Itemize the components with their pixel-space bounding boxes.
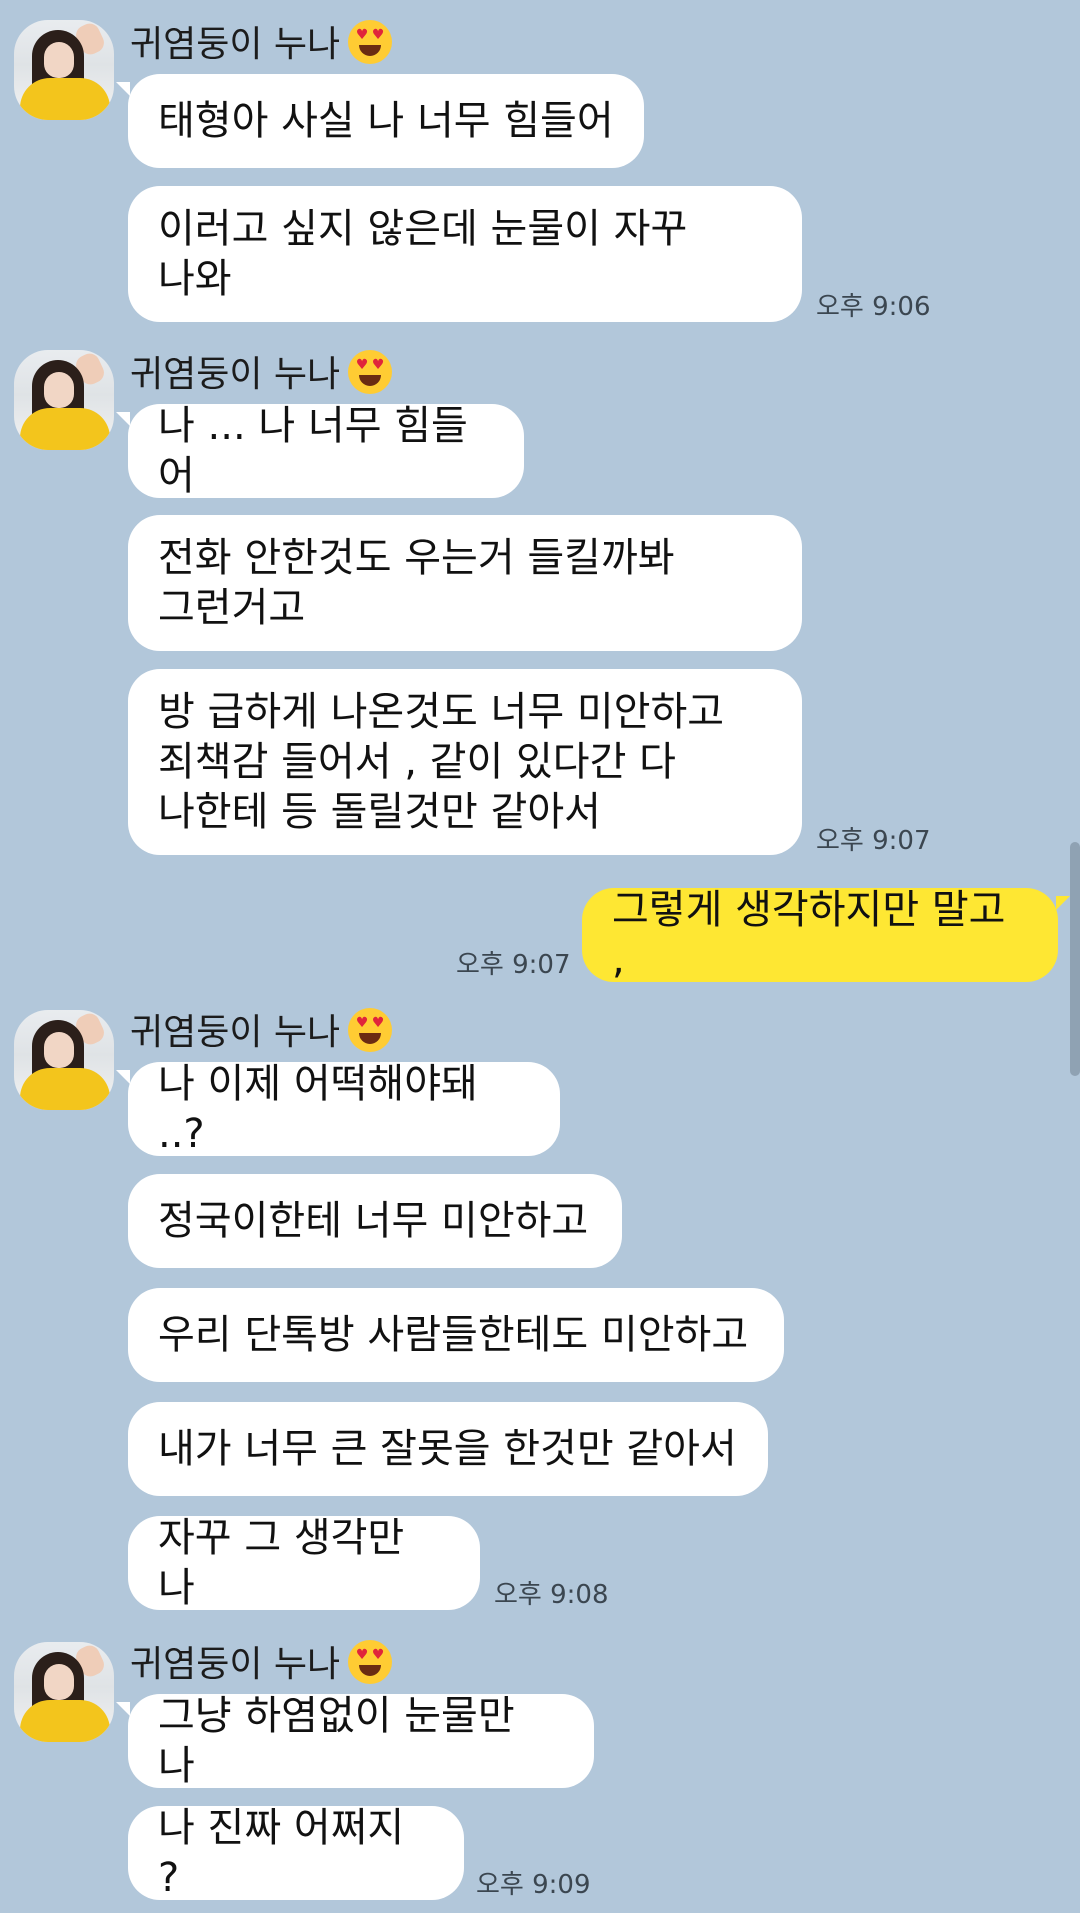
my-message-time: 오후 9:07 <box>456 950 571 980</box>
message-bubble[interactable]: 나 ... 나 너무 힘들어 <box>116 403 524 499</box>
sender-name-text: 귀염둥이 누나 <box>130 354 341 395</box>
sender-name-text: 귀염둥이 누나 <box>130 24 341 65</box>
message-bubble[interactable]: 내가 너무 큰 잘못을 한것만 같아서 <box>128 1402 768 1496</box>
sender-avatar[interactable] <box>14 20 114 120</box>
scrollbar[interactable] <box>1070 842 1080 1076</box>
heart-eyes-emoji-icon: ♥ ♥ <box>348 1640 393 1684</box>
message-bubble[interactable]: 이러고 싶지 않은데 눈물이 자꾸 나와 <box>128 186 802 322</box>
message-bubble[interactable]: 나 진짜 어쩌지 ? <box>128 1805 464 1901</box>
message-bubble[interactable]: 그냥 하염없이 눈물만 나 <box>116 1693 594 1789</box>
message-time: 오후 9:09 <box>476 1870 591 1900</box>
sender-name: 귀염둥이 누나 ♥ ♥ <box>130 350 393 400</box>
sender-avatar[interactable] <box>14 1642 114 1742</box>
message-bubble[interactable]: 전화 안한것도 우는거 들킬까봐 그런거고 <box>128 515 802 651</box>
sender-name-text: 귀염둥이 누나 <box>130 1012 341 1053</box>
heart-eyes-emoji-icon: ♥ ♥ <box>348 20 393 64</box>
heart-eyes-emoji-icon: ♥ ♥ <box>348 1008 393 1052</box>
chat-screen: { "sender_name": "귀염둥이 누나", "groups": [ … <box>0 0 1080 1913</box>
message-time: 오후 9:08 <box>494 1580 609 1610</box>
message-bubble[interactable]: 정국이한테 너무 미안하고 <box>128 1174 622 1268</box>
message-bubble[interactable]: 우리 단톡방 사람들한테도 미안하고 <box>128 1288 784 1382</box>
message-time: 오후 9:06 <box>816 292 931 322</box>
sender-name: 귀염둥이 누나 ♥ ♥ <box>130 20 393 70</box>
my-message-bubble[interactable]: 그렇게 생각하지만 말고 , <box>582 887 1070 983</box>
sender-name-text: 귀염둥이 누나 <box>130 1644 341 1685</box>
sender-avatar[interactable] <box>14 1010 114 1110</box>
message-bubble[interactable]: 태형아 사실 나 너무 힘들어 <box>116 74 644 168</box>
message-time: 오후 9:07 <box>816 826 931 856</box>
message-bubble[interactable]: 나 이제 어떡해야돼 ..? <box>116 1061 560 1157</box>
heart-eyes-emoji-icon: ♥ ♥ <box>348 350 393 394</box>
sender-avatar[interactable] <box>14 350 114 450</box>
sender-name: 귀염둥이 누나 ♥ ♥ <box>130 1640 393 1690</box>
message-bubble[interactable]: 자꾸 그 생각만 나 <box>128 1515 480 1611</box>
message-bubble[interactable]: 방 급하게 나온것도 너무 미안하고 죄책감 들어서 , 같이 있다간 다 나한… <box>128 669 802 855</box>
sender-name: 귀염둥이 누나 ♥ ♥ <box>130 1008 393 1058</box>
